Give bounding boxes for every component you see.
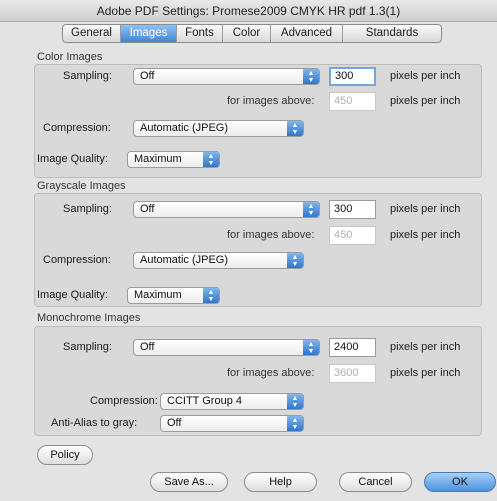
tab-advanced[interactable]: Advanced [271,25,343,42]
updown-arrows-icon: ▲ ▼ [303,202,319,217]
help-button[interactable]: Help [244,472,317,492]
gray-above-unit: pixels per inch [390,229,461,241]
tab-color[interactable]: Color [223,25,271,42]
tab-fonts[interactable]: Fonts [177,25,223,42]
gray-quality-label: Image Quality: [37,289,108,301]
mono-resolution-unit: pixels per inch [390,341,461,353]
mono-antialias-label: Anti-Alias to gray: [51,417,138,429]
tab-standards[interactable]: Standards [343,25,441,42]
color-images-title: Color Images [37,51,103,63]
color-resolution-field[interactable]: 300 [329,67,376,86]
mono-compression-value: CCITT Group 4 [167,395,242,407]
gray-compression-label: Compression: [43,254,111,266]
tab-bar: General Images Fonts Color Advanced Stan… [62,24,442,43]
color-resolution-unit: pixels per inch [390,70,461,82]
tab-general[interactable]: General [63,25,121,42]
color-sampling-label: Sampling: [63,70,112,82]
updown-arrows-icon: ▲ ▼ [203,152,219,167]
color-sampling-select[interactable]: Off ▲ ▼ [133,68,320,85]
gray-sampling-label: Sampling: [63,203,112,215]
policy-button[interactable]: Policy [37,445,93,465]
gray-sampling-value: Off [140,203,155,215]
gray-quality-select[interactable]: Maximum ▲ ▼ [127,287,220,304]
gray-quality-value: Maximum [134,289,182,301]
gray-above-label: for images above: [227,229,315,241]
color-quality-label: Image Quality: [37,153,108,165]
mono-antialias-value: Off [167,417,182,429]
mono-compression-label: Compression: [90,395,158,407]
mono-above-label: for images above: [227,367,315,379]
color-sampling-value: Off [140,70,155,82]
window-title: Adobe PDF Settings: Promese2009 CMYK HR … [0,0,497,22]
monochrome-images-group: Sampling: Off ▲ ▼ 2400 pixels per inch fo… [34,326,482,436]
cancel-button[interactable]: Cancel [339,472,412,492]
updown-arrows-icon: ▲ ▼ [303,69,319,84]
mono-antialias-select[interactable]: Off ▲ ▼ [160,415,304,432]
color-compression-select[interactable]: Automatic (JPEG) ▲ ▼ [133,120,304,137]
tab-images[interactable]: Images [121,25,177,42]
color-compression-value: Automatic (JPEG) [140,122,229,134]
grayscale-images-title: Grayscale Images [37,180,126,192]
gray-above-field[interactable]: 450 [329,226,376,245]
color-images-group: Sampling: Off ▲ ▼ 300 pixels per inch for… [34,64,482,178]
color-compression-label: Compression: [43,122,111,134]
color-quality-value: Maximum [134,153,182,165]
monochrome-images-title: Monochrome Images [37,312,141,324]
mono-resolution-field[interactable]: 2400 [329,338,376,357]
updown-arrows-icon: ▲ ▼ [203,288,219,303]
gray-compression-value: Automatic (JPEG) [140,254,229,266]
gray-resolution-unit: pixels per inch [390,203,461,215]
mono-sampling-label: Sampling: [63,341,112,353]
color-above-unit: pixels per inch [390,95,461,107]
updown-arrows-icon: ▲ ▼ [287,394,303,409]
save-as-button[interactable]: Save As... [150,472,228,492]
mono-sampling-select[interactable]: Off ▲ ▼ [133,339,320,356]
color-quality-select[interactable]: Maximum ▲ ▼ [127,151,220,168]
mono-above-field[interactable]: 3600 [329,364,376,383]
updown-arrows-icon: ▲ ▼ [287,253,303,268]
updown-arrows-icon: ▲ ▼ [287,121,303,136]
mono-above-unit: pixels per inch [390,367,461,379]
grayscale-images-group: Sampling: Off ▲ ▼ 300 pixels per inch for… [34,193,482,307]
color-above-label: for images above: [227,95,315,107]
updown-arrows-icon: ▲ ▼ [287,416,303,431]
ok-button[interactable]: OK [424,472,496,492]
mono-compression-select[interactable]: CCITT Group 4 ▲ ▼ [160,393,304,410]
mono-sampling-value: Off [140,341,155,353]
gray-resolution-field[interactable]: 300 [329,200,376,219]
color-above-field[interactable]: 450 [329,92,376,111]
gray-sampling-select[interactable]: Off ▲ ▼ [133,201,320,218]
gray-compression-select[interactable]: Automatic (JPEG) ▲ ▼ [133,252,304,269]
updown-arrows-icon: ▲ ▼ [303,340,319,355]
